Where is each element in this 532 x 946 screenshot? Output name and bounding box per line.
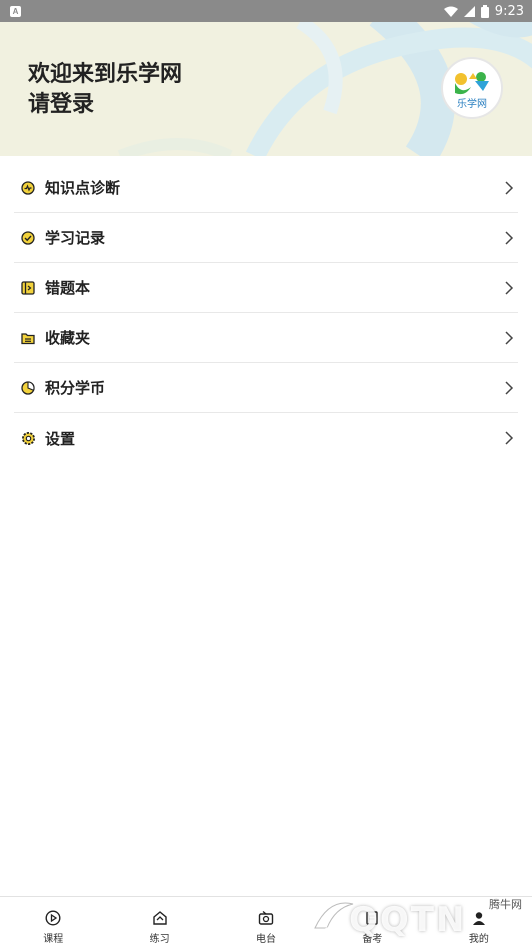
menu-item-diagnosis[interactable]: 知识点诊断 bbox=[14, 163, 518, 213]
notification-icon: A bbox=[10, 5, 21, 17]
tab-label: 练习 bbox=[149, 934, 170, 945]
avatar[interactable]: 乐学网 bbox=[441, 57, 503, 119]
folder-icon bbox=[20, 330, 36, 346]
tab-label: 备考 bbox=[362, 934, 383, 945]
bottom-tab-bar: 课程 练习 电台 备考 我的 bbox=[0, 896, 532, 946]
menu-label: 知识点诊断 bbox=[45, 179, 121, 197]
diagnosis-icon bbox=[20, 180, 36, 196]
welcome-title: 欢迎来到乐学网 bbox=[28, 62, 183, 87]
menu-label: 积分学币 bbox=[45, 379, 106, 397]
menu-item-points[interactable]: 积分学币 bbox=[14, 363, 518, 413]
profile-icon bbox=[470, 909, 488, 927]
clock: 9:23 bbox=[494, 3, 524, 19]
menu-label: 学习记录 bbox=[45, 229, 106, 247]
status-bar: A 9:23 bbox=[0, 0, 532, 22]
chevron-right-icon bbox=[505, 181, 514, 195]
wifi-icon bbox=[443, 6, 458, 17]
profile-header: 欢迎来到乐学网 请登录 乐学网 bbox=[0, 22, 532, 156]
menu-item-mistakes[interactable]: 错题本 bbox=[14, 263, 518, 313]
menu-list: 知识点诊断 学习记录 错题本 收藏夹 积分学币 设置 bbox=[14, 163, 518, 463]
radio-icon bbox=[257, 909, 275, 927]
menu-label: 错题本 bbox=[45, 279, 91, 297]
tab-label: 我的 bbox=[468, 934, 489, 945]
login-link[interactable]: 请登录 bbox=[28, 90, 182, 120]
notebook-icon bbox=[20, 280, 36, 296]
tab-label: 电台 bbox=[256, 934, 277, 945]
status-icons: 9:23 bbox=[443, 3, 524, 19]
menu-item-study-record[interactable]: 学习记录 bbox=[14, 213, 518, 263]
play-circle-icon bbox=[44, 909, 62, 927]
exam-icon bbox=[363, 909, 381, 927]
menu-item-favorites[interactable]: 收藏夹 bbox=[14, 313, 518, 363]
tab-mine[interactable]: 我的 bbox=[426, 897, 532, 946]
check-circle-icon bbox=[20, 230, 36, 246]
chevron-right-icon bbox=[505, 231, 514, 245]
gear-icon bbox=[20, 430, 36, 446]
chevron-right-icon bbox=[505, 281, 514, 295]
lexue-logo: 乐学网 bbox=[455, 72, 489, 110]
chevron-right-icon bbox=[505, 381, 514, 395]
coin-icon bbox=[20, 380, 36, 396]
chevron-right-icon bbox=[505, 431, 514, 445]
login-prompt[interactable]: 欢迎来到乐学网 请登录 bbox=[28, 60, 182, 120]
tab-practice[interactable]: 练习 bbox=[106, 897, 212, 946]
battery-icon bbox=[480, 4, 489, 18]
tab-exam[interactable]: 备考 bbox=[319, 897, 425, 946]
menu-label: 设置 bbox=[45, 429, 76, 448]
menu-item-settings[interactable]: 设置 bbox=[14, 413, 518, 463]
tab-label: 课程 bbox=[43, 934, 64, 945]
tab-course[interactable]: 课程 bbox=[0, 897, 106, 946]
signal-icon bbox=[463, 5, 475, 17]
svg-text:乐学网: 乐学网 bbox=[457, 97, 487, 110]
menu-label: 收藏夹 bbox=[45, 329, 91, 347]
tab-radio[interactable]: 电台 bbox=[213, 897, 319, 946]
chevron-right-icon bbox=[505, 331, 514, 345]
practice-icon bbox=[151, 909, 169, 927]
